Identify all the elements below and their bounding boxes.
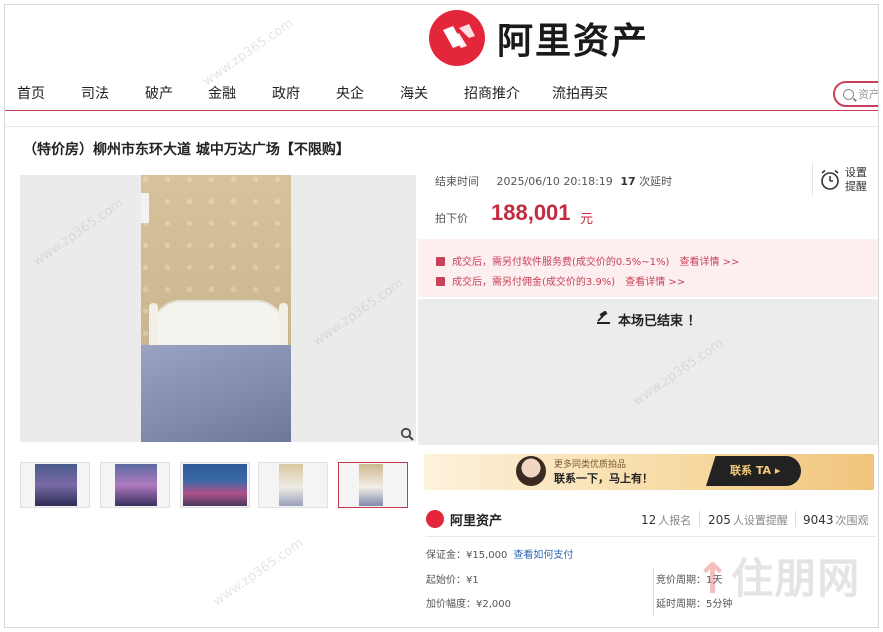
- fee-notice-service: 成交后，需另付软件服务费(成交价的0.5%~1%) 查看详情 >>: [436, 253, 739, 268]
- signup-count: 12 人报名: [641, 512, 691, 528]
- thumbnail[interactable]: [20, 462, 90, 508]
- watermark-text: 住朋网: [731, 554, 861, 603]
- nav-item-central-soe[interactable]: 央企: [336, 83, 364, 103]
- view-count: 9043 次围观: [803, 512, 869, 528]
- agent-avatar: [516, 456, 546, 486]
- search-icon: [843, 88, 854, 100]
- thumbnail[interactable]: [100, 462, 170, 508]
- nav-item-finance[interactable]: 金融: [208, 83, 236, 103]
- thumbnail[interactable]: [258, 462, 328, 508]
- signup-value: 12: [641, 513, 657, 527]
- notice-more-link[interactable]: 查看详情 >>: [625, 277, 685, 288]
- listing-title: （特价房）柳州市东环大道 城中万达广场【不限购】: [23, 142, 350, 158]
- price-label: 拍下价: [435, 212, 468, 225]
- view-unit: 次围观: [835, 514, 869, 527]
- nav-item-judicial[interactable]: 司法: [81, 83, 109, 103]
- price-unit: 元: [580, 212, 594, 227]
- contact-banner[interactable]: 更多同类优质拍品 联系一下，马上有！ 联系 TA ▸: [424, 454, 874, 490]
- delay-count: 17: [620, 175, 636, 188]
- divider: [699, 511, 700, 527]
- delay-label: 次延时: [639, 175, 673, 188]
- alibaba-auction-logo-icon: [426, 510, 444, 528]
- auction-ended-status: 本场已结束 ！: [596, 310, 701, 329]
- nav-item-government[interactable]: 政府: [272, 83, 300, 103]
- fee-notice-box: 成交后，需另付软件服务费(成交价的0.5%~1%) 查看详情 >> 成交后，需另付…: [418, 239, 878, 297]
- end-time-label: 结束时间: [435, 175, 479, 188]
- status-text: 本场已结束 ！: [618, 314, 701, 329]
- divider: [795, 511, 796, 527]
- divider: [653, 567, 654, 617]
- page-frame: 阿里资产 首页 司法 破产 金融 政府 央企 海关 招商推介 流拍再买 资产 （…: [4, 4, 879, 628]
- fee-notice-commission: 成交后，需另付佣金(成交价的3.9%) 查看详情 >>: [436, 273, 685, 288]
- divider: [426, 536, 876, 537]
- alibaba-auction-logo-icon: [429, 10, 485, 66]
- reminder-count: 205 人设置提醒: [708, 512, 788, 528]
- set-reminder-button[interactable]: 设置提醒: [812, 162, 876, 196]
- nav-item-investment[interactable]: 招商推介: [464, 83, 520, 103]
- final-price: 188,001: [491, 200, 571, 225]
- search-input[interactable]: 资产: [833, 81, 879, 107]
- bid-increment: 加价幅度：¥2,000: [426, 599, 511, 610]
- search-placeholder: 资产: [858, 88, 879, 101]
- deposit-row: 保证金：¥15,000 查看如何支付: [426, 546, 573, 561]
- zoom-icon[interactable]: [400, 427, 414, 441]
- how-to-pay-link[interactable]: 查看如何支付: [513, 550, 573, 561]
- main-image-viewer[interactable]: [20, 175, 416, 442]
- reminder-label: 设置提醒: [845, 166, 867, 193]
- alarm-clock-icon: [821, 169, 839, 190]
- notice-text: 成交后，需另付佣金(成交价的3.9%): [452, 277, 616, 288]
- thumbnail[interactable]: [180, 462, 250, 508]
- gavel-icon: [597, 311, 610, 324]
- site-watermark: www.zp365.com: [210, 535, 307, 610]
- banner-subtitle: 更多同类优质拍品: [554, 460, 627, 470]
- deposit-value: 保证金：¥15,000: [426, 550, 508, 561]
- nav-item-customs[interactable]: 海关: [400, 83, 428, 103]
- end-time-value: 2025/06/10 20:18:19: [496, 175, 613, 188]
- nav-item-home[interactable]: 首页: [17, 83, 45, 103]
- divider: [5, 126, 878, 127]
- gift-icon: [436, 277, 445, 286]
- stats-row: 阿里资产 12 人报名 205 人设置提醒 9043 次围观: [426, 507, 876, 531]
- main-photo-bedroom: [141, 175, 291, 442]
- zhupengwang-watermark: ↑住朋网: [695, 554, 861, 603]
- thumbnail-active[interactable]: [338, 462, 408, 508]
- gift-icon: [436, 257, 445, 266]
- brand-name: 阿里资产: [450, 514, 503, 529]
- signup-unit: 人报名: [658, 514, 692, 527]
- notice-more-link[interactable]: 查看详情 >>: [679, 257, 739, 268]
- site-logo[interactable]: 阿里资产: [429, 9, 649, 67]
- contact-ta-button[interactable]: 联系 TA ▸: [706, 456, 801, 486]
- view-value: 9043: [803, 513, 834, 527]
- start-price: 起始价：¥1: [426, 575, 479, 586]
- end-time-row: 结束时间 2025/06/10 20:18:19 17 次延时: [435, 173, 672, 189]
- nav-item-bankruptcy[interactable]: 破产: [145, 83, 173, 103]
- notice-text: 成交后，需另付软件服务费(成交价的0.5%~1%): [452, 257, 670, 268]
- auction-status-box: 本场已结束 ！: [418, 299, 878, 445]
- reminder-unit: 人设置提醒: [732, 514, 788, 527]
- logo-text: 阿里资产: [497, 21, 650, 62]
- nav-item-relist[interactable]: 流拍再买: [552, 83, 608, 103]
- main-nav: 首页 司法 破产 金融 政府 央企 海关 招商推介 流拍再买 资产: [5, 71, 879, 111]
- reminder-value: 205: [708, 513, 731, 527]
- banner-title: 联系一下，马上有！: [554, 472, 653, 485]
